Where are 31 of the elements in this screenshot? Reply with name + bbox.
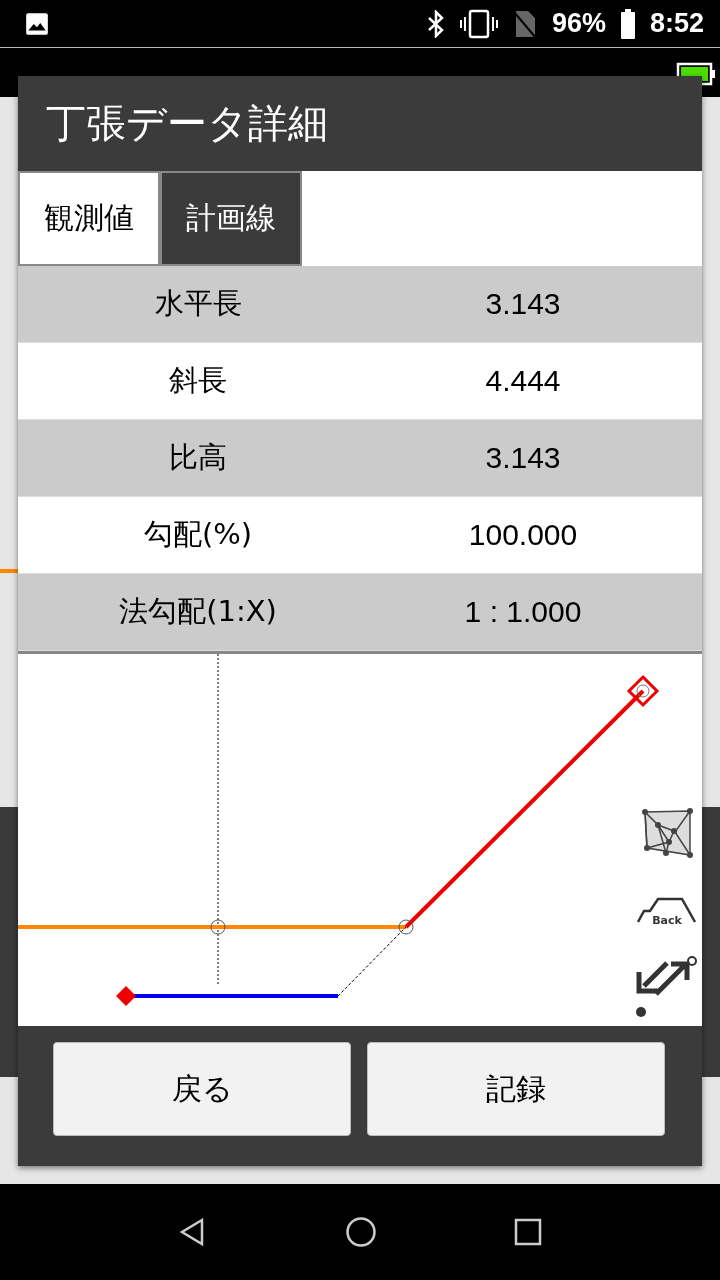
tab[interactable]: 観測値 — [18, 171, 160, 266]
row-label: 比高 — [168, 439, 228, 476]
image-icon — [24, 10, 50, 37]
point-marker — [210, 919, 226, 935]
battery-percent: 96% — [551, 8, 606, 39]
vibrate-icon — [459, 8, 498, 39]
dialog-button[interactable]: 記録 — [367, 1042, 665, 1136]
back-icon-label[interactable]: Back — [652, 914, 682, 927]
row-label: 水平長 — [153, 285, 243, 322]
end-marker — [626, 674, 660, 708]
row-value: 1 : 1.000 — [463, 595, 583, 629]
dialog-title: 丁張データ詳細 — [18, 76, 702, 171]
battery-icon — [619, 8, 636, 39]
point-marker — [398, 919, 414, 935]
row-value: 3.143 — [484, 287, 562, 321]
mesh-icon[interactable] — [642, 808, 693, 858]
row-label: 法勾配(1:X) — [118, 593, 278, 630]
clock: 8:52 — [649, 8, 704, 39]
tab[interactable]: 計画線 — [160, 171, 302, 266]
row-value: 4.444 — [484, 364, 562, 398]
row-value: 3.143 — [484, 441, 562, 475]
start-marker — [116, 986, 136, 1006]
swap-arrows-icon[interactable] — [636, 956, 697, 1017]
dialog-button[interactable]: 戻る — [53, 1042, 351, 1136]
connector-line — [337, 926, 407, 997]
row-label: 斜長 — [168, 362, 228, 399]
recents-icon[interactable] — [513, 1218, 542, 1246]
row-value: 100.000 — [467, 518, 579, 552]
profile-icon[interactable] — [636, 897, 697, 923]
row-label: 勾配(%) — [142, 516, 254, 553]
home-icon[interactable] — [345, 1216, 377, 1248]
